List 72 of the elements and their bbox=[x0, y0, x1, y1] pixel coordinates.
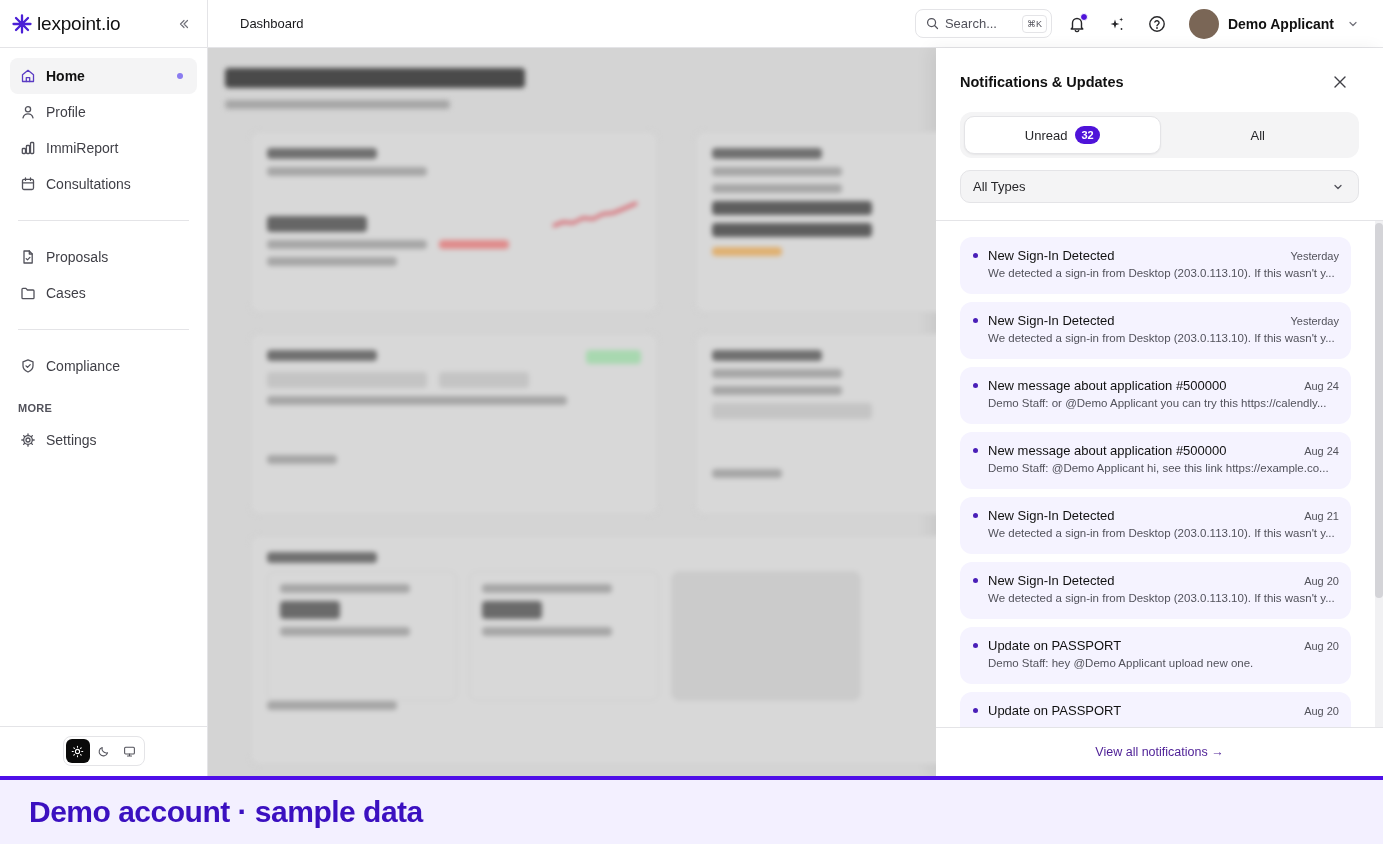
notification-title: Update on PASSPORT bbox=[988, 638, 1123, 653]
page-title: Dashboard bbox=[240, 16, 304, 31]
notification-card[interactable]: New Sign-In Detected Aug 21 We detected a sign-in from Desktop (203.0.113.10). If this wasn't y... bbox=[960, 497, 1351, 554]
notification-title: Update on PASSPORT bbox=[988, 703, 1123, 718]
banner-text: Demo account · sample data bbox=[29, 795, 423, 829]
type-filter-select[interactable]: All Types bbox=[960, 170, 1359, 203]
sidebar-item[interactable]: Proposals bbox=[10, 239, 197, 275]
notification-date: Yesterday bbox=[1290, 249, 1339, 262]
notification-preview: We detected a sign-in from Desktop (203.0.113.10). If this wasn't y... bbox=[988, 332, 1336, 344]
document-check-icon bbox=[20, 249, 36, 265]
notification-date: Aug 20 bbox=[1304, 639, 1339, 652]
moon-icon bbox=[97, 744, 110, 758]
panel-title: Notifications & Updates bbox=[960, 74, 1124, 90]
scrollbar-track[interactable] bbox=[1375, 221, 1383, 727]
view-all-link[interactable]: View all notifications → bbox=[1095, 745, 1224, 759]
scrollbar-thumb[interactable] bbox=[1375, 223, 1383, 598]
monitor-icon bbox=[123, 744, 136, 758]
notification-card[interactable]: New Sign-In Detected Aug 20 We detected a sign-in from Desktop (203.0.113.10). If this wasn't y... bbox=[960, 562, 1351, 619]
sidebar-item[interactable]: Cases bbox=[10, 275, 197, 311]
notification-preview: We detected a sign-in from Desktop (203.0.113.10). If this wasn't y... bbox=[988, 267, 1336, 279]
sidebar-item[interactable]: Profile bbox=[10, 94, 197, 130]
settings-icon bbox=[20, 432, 36, 448]
sidebar-item[interactable]: Consultations bbox=[10, 166, 197, 202]
light-theme-button[interactable] bbox=[65, 739, 90, 763]
count-badge: 32 bbox=[1075, 126, 1100, 144]
shortcut-hint: ⌘K bbox=[1021, 14, 1047, 33]
notification-date: Aug 24 bbox=[1304, 444, 1339, 457]
notification-title: New message about application #500000 bbox=[988, 378, 1228, 393]
notification-date: Aug 20 bbox=[1304, 574, 1339, 587]
notification-card[interactable]: Update on PASSPORT Aug 20 bbox=[960, 692, 1351, 727]
user-menu-button[interactable]: Demo Applicant bbox=[1188, 8, 1359, 39]
notification-date: Aug 21 bbox=[1304, 509, 1339, 522]
notification-title: New Sign-In Detected bbox=[988, 248, 1116, 263]
shield-check-icon bbox=[20, 358, 36, 374]
sidebar-item[interactable]: Settings bbox=[10, 422, 197, 458]
calendar-icon bbox=[20, 176, 36, 192]
sidebar-item[interactable]: ImmiReport bbox=[10, 130, 197, 166]
user-avatar bbox=[1188, 8, 1219, 39]
search-icon bbox=[925, 17, 939, 30]
notification-date: Yesterday bbox=[1290, 314, 1339, 327]
notification-date: Aug 24 bbox=[1304, 379, 1339, 392]
tab[interactable]: All bbox=[1160, 116, 1355, 154]
notification-card[interactable]: New Sign-In Detected Yesterday We detected a sign-in from Desktop (203.0.113.10). If this wasn't y... bbox=[960, 237, 1351, 294]
folder-icon bbox=[20, 285, 36, 301]
notification-card[interactable]: New message about application #500000 Aug 24 Demo Staff: or @Demo Applicant you can try this https://calendly... bbox=[960, 367, 1351, 424]
sun-icon bbox=[71, 744, 84, 758]
search-field[interactable]: Search... ⌘K bbox=[914, 9, 1052, 38]
notification-card[interactable]: New message about application #500000 Aug 24 Demo Staff: @Demo Applicant hi, see this link https://example.co... bbox=[960, 432, 1351, 489]
notification-preview: We detected a sign-in from Desktop (203.0.113.10). If this wasn't y... bbox=[988, 527, 1336, 539]
sidebar-item[interactable]: Compliance bbox=[10, 348, 197, 384]
notification-preview: Demo Staff: @Demo Applicant hi, see this link https://example.co... bbox=[988, 462, 1330, 474]
notification-card[interactable]: Update on PASSPORT Aug 20 Demo Staff: hey @Demo Applicant upload new one. bbox=[960, 627, 1351, 684]
logo-text: lexpoint.io bbox=[37, 12, 121, 35]
asterisk-logo-icon bbox=[12, 13, 32, 34]
collapse-sidebar-icon[interactable] bbox=[178, 17, 190, 30]
notification-card[interactable]: New Sign-In Detected Yesterday We detected a sign-in from Desktop (203.0.113.10). If this wasn't y... bbox=[960, 302, 1351, 359]
person-icon bbox=[20, 104, 36, 120]
bar-chart-icon bbox=[20, 140, 36, 156]
notification-title: New Sign-In Detected bbox=[988, 313, 1116, 328]
notification-preview: Demo Staff: or @Demo Applicant you can try this https://calendly... bbox=[988, 397, 1328, 409]
home-icon bbox=[20, 68, 36, 84]
sidebar-item[interactable]: Home bbox=[10, 58, 197, 94]
notification-title: New Sign-In Detected bbox=[988, 508, 1116, 523]
close-icon[interactable] bbox=[1333, 75, 1347, 89]
notification-title: New Sign-In Detected bbox=[988, 573, 1116, 588]
notification-preview: We detected a sign-in from Desktop (203.0.113.10). If this wasn't y... bbox=[988, 592, 1336, 604]
help-icon[interactable] bbox=[1147, 14, 1166, 33]
notification-date: Aug 20 bbox=[1304, 704, 1339, 717]
section-heading: MORE bbox=[17, 401, 54, 416]
notification-title: New message about application #500000 bbox=[988, 443, 1228, 458]
tab[interactable]: Unread 32 bbox=[964, 116, 1161, 154]
notification-preview: Demo Staff: hey @Demo Applicant upload new one. bbox=[988, 657, 1255, 669]
